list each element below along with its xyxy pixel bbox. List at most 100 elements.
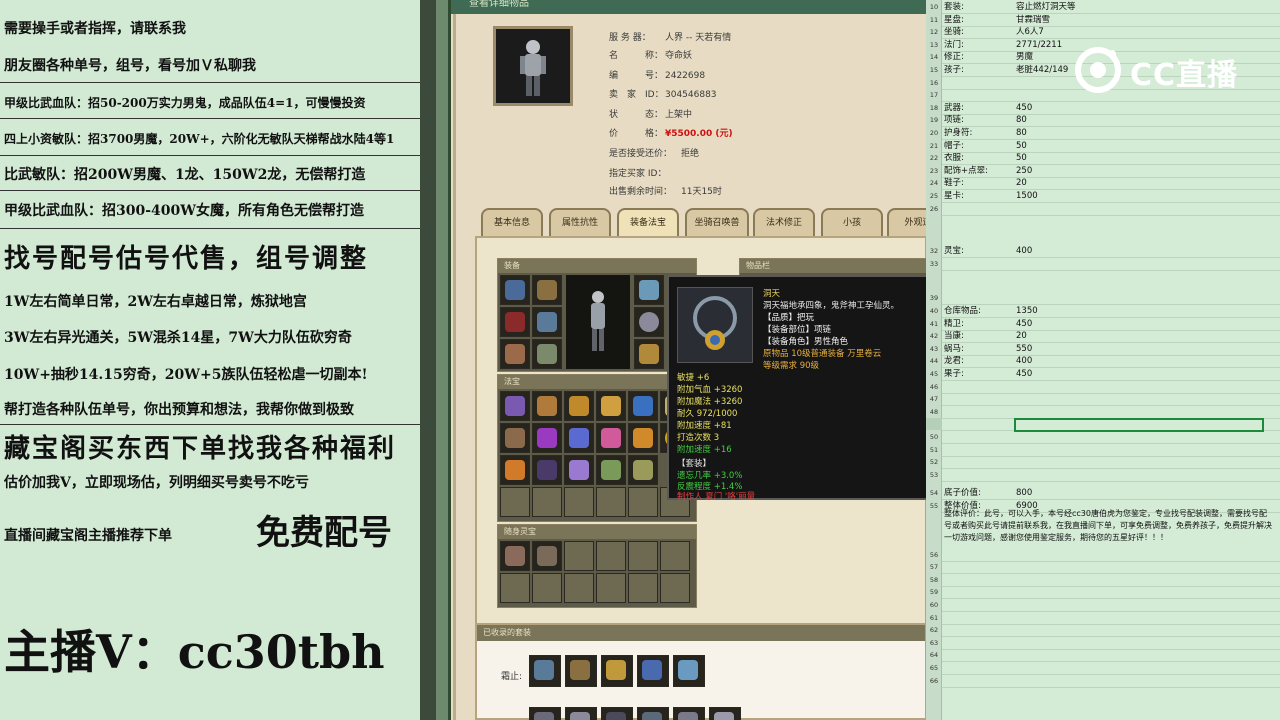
tab-appearance[interactable]: 外观道 xyxy=(887,208,926,236)
fabao-slot[interactable] xyxy=(564,423,594,453)
set-piece-slot[interactable] xyxy=(637,707,669,720)
lingbao-slot-empty[interactable] xyxy=(628,541,658,571)
row-number[interactable]: 42 xyxy=(926,330,942,342)
fabao-slot[interactable] xyxy=(596,455,626,485)
sheet-label-cell[interactable]: 星盘: xyxy=(944,14,964,26)
sheet-label-cell[interactable]: 法门: xyxy=(944,39,964,51)
row-number[interactable]: 41 xyxy=(926,318,942,330)
sheet-value-cell[interactable]: 男魔 xyxy=(1016,51,1033,63)
row-number[interactable]: 62 xyxy=(926,624,942,636)
sheet-label-cell[interactable]: 坐骑: xyxy=(944,26,964,38)
fabao-slot[interactable] xyxy=(532,455,562,485)
equip-slot[interactable] xyxy=(500,307,530,337)
set-piece-slot[interactable] xyxy=(601,655,633,687)
sheet-label-cell[interactable]: 武器: xyxy=(944,102,964,114)
fabao-slot[interactable] xyxy=(564,455,594,485)
lingbao-slot[interactable] xyxy=(500,541,530,571)
row-number[interactable]: 32 xyxy=(926,245,942,257)
sheet-label-cell[interactable]: 帽子: xyxy=(944,140,964,152)
row-number[interactable]: 66 xyxy=(926,675,942,687)
sheet-label-cell[interactable]: 项链: xyxy=(944,114,964,126)
sheet-label-cell[interactable]: 孩子: xyxy=(944,64,964,76)
fabao-slot[interactable] xyxy=(628,455,658,485)
row-number[interactable]: 13 xyxy=(926,39,942,51)
set-piece-slot[interactable] xyxy=(673,707,705,720)
sheet-label-cell[interactable]: 当康: xyxy=(944,330,964,342)
lingbao-slot-empty[interactable] xyxy=(596,541,626,571)
lingbao-slot-empty[interactable] xyxy=(532,573,562,603)
row-number[interactable]: 33 xyxy=(926,258,942,270)
row-number[interactable]: 65 xyxy=(926,662,942,674)
tab-attributes[interactable]: 属性抗性 xyxy=(549,208,611,236)
sheet-label-cell[interactable]: 护身符: xyxy=(944,127,972,139)
row-number[interactable]: 22 xyxy=(926,152,942,164)
sheet-label-cell[interactable]: 果子: xyxy=(944,368,964,380)
row-number[interactable]: 51 xyxy=(926,444,942,456)
row-number[interactable]: 64 xyxy=(926,649,942,661)
row-number[interactable]: 21 xyxy=(926,140,942,152)
lingbao-slot-empty[interactable] xyxy=(660,541,690,571)
sheet-label-cell[interactable]: 套装: xyxy=(944,1,964,13)
set-piece-slot[interactable] xyxy=(637,655,669,687)
fabao-slot-empty[interactable] xyxy=(596,487,626,517)
sheet-value-cell[interactable]: 容止燃灯洞天等 xyxy=(1016,1,1076,13)
sheet-value-cell[interactable]: 400 xyxy=(1016,245,1032,257)
row-number[interactable]: 12 xyxy=(926,26,942,38)
row-number[interactable]: 54 xyxy=(926,487,942,499)
row-number[interactable]: 11 xyxy=(926,14,942,26)
fabao-slot[interactable] xyxy=(628,423,658,453)
fabao-slot[interactable] xyxy=(500,455,530,485)
row-number[interactable]: 59 xyxy=(926,586,942,598)
row-number[interactable]: 23 xyxy=(926,165,942,177)
sheet-label-cell[interactable]: 灵宝: xyxy=(944,245,964,257)
row-number[interactable]: 15 xyxy=(926,64,942,76)
row-number[interactable]: 16 xyxy=(926,77,942,89)
fabao-slot[interactable] xyxy=(564,391,594,421)
sheet-value-cell[interactable]: 1500 xyxy=(1016,190,1038,202)
sheet-value-cell[interactable]: 250 xyxy=(1016,165,1032,177)
row-number[interactable]: 25 xyxy=(926,190,942,202)
equip-slot[interactable] xyxy=(500,339,530,369)
sheet-label-cell[interactable]: 精卫: xyxy=(944,318,964,330)
row-number[interactable]: 43 xyxy=(926,343,942,355)
fabao-slot[interactable] xyxy=(596,423,626,453)
row-number[interactable]: 56 xyxy=(926,549,942,561)
sheet-label-cell[interactable]: 龙君: xyxy=(944,355,964,367)
sheet-value-cell[interactable]: 400 xyxy=(1016,355,1032,367)
equip-slot[interactable] xyxy=(634,339,664,369)
sheet-value-cell[interactable]: 人6人7 xyxy=(1016,26,1044,38)
equip-slot[interactable] xyxy=(634,275,664,305)
row-number[interactable]: 55 xyxy=(926,500,942,512)
sheet-label-cell[interactable]: 衣服: xyxy=(944,152,964,164)
equip-slot[interactable] xyxy=(532,307,562,337)
row-number[interactable]: 17 xyxy=(926,89,942,101)
fabao-slot-empty[interactable] xyxy=(500,487,530,517)
lingbao-slot-empty[interactable] xyxy=(500,573,530,603)
row-number[interactable]: 40 xyxy=(926,305,942,317)
lingbao-slot[interactable] xyxy=(532,541,562,571)
lingbao-slot-empty[interactable] xyxy=(660,573,690,603)
row-number[interactable]: 20 xyxy=(926,127,942,139)
sheet-value-cell[interactable]: 50 xyxy=(1016,140,1027,152)
fabao-slot[interactable] xyxy=(532,423,562,453)
set-piece-slot[interactable] xyxy=(709,707,741,720)
sheet-value-cell[interactable]: 20 xyxy=(1016,330,1027,342)
row-number[interactable]: 46 xyxy=(926,381,942,393)
sheet-value-cell[interactable]: 2771/2211 xyxy=(1016,39,1062,51)
row-number[interactable]: 58 xyxy=(926,574,942,586)
row-number[interactable]: 45 xyxy=(926,368,942,380)
row-number[interactable]: 53 xyxy=(926,469,942,481)
tab-basic-info[interactable]: 基本信息 xyxy=(481,208,543,236)
lingbao-slot-empty[interactable] xyxy=(564,541,594,571)
sheet-label-cell[interactable]: 星卡: xyxy=(944,190,964,202)
fabao-slot-empty[interactable] xyxy=(628,487,658,517)
row-number[interactable]: 18 xyxy=(926,102,942,114)
sheet-value-cell[interactable]: 50 xyxy=(1016,152,1027,164)
row-number[interactable]: 47 xyxy=(926,393,942,405)
set-piece-slot[interactable] xyxy=(673,655,705,687)
tab-mount-summon[interactable]: 坐骑召唤兽 xyxy=(685,208,749,236)
row-number[interactable]: 44 xyxy=(926,355,942,367)
row-number[interactable]: 63 xyxy=(926,637,942,649)
row-number[interactable]: 26 xyxy=(926,203,942,215)
equip-slot[interactable] xyxy=(532,339,562,369)
